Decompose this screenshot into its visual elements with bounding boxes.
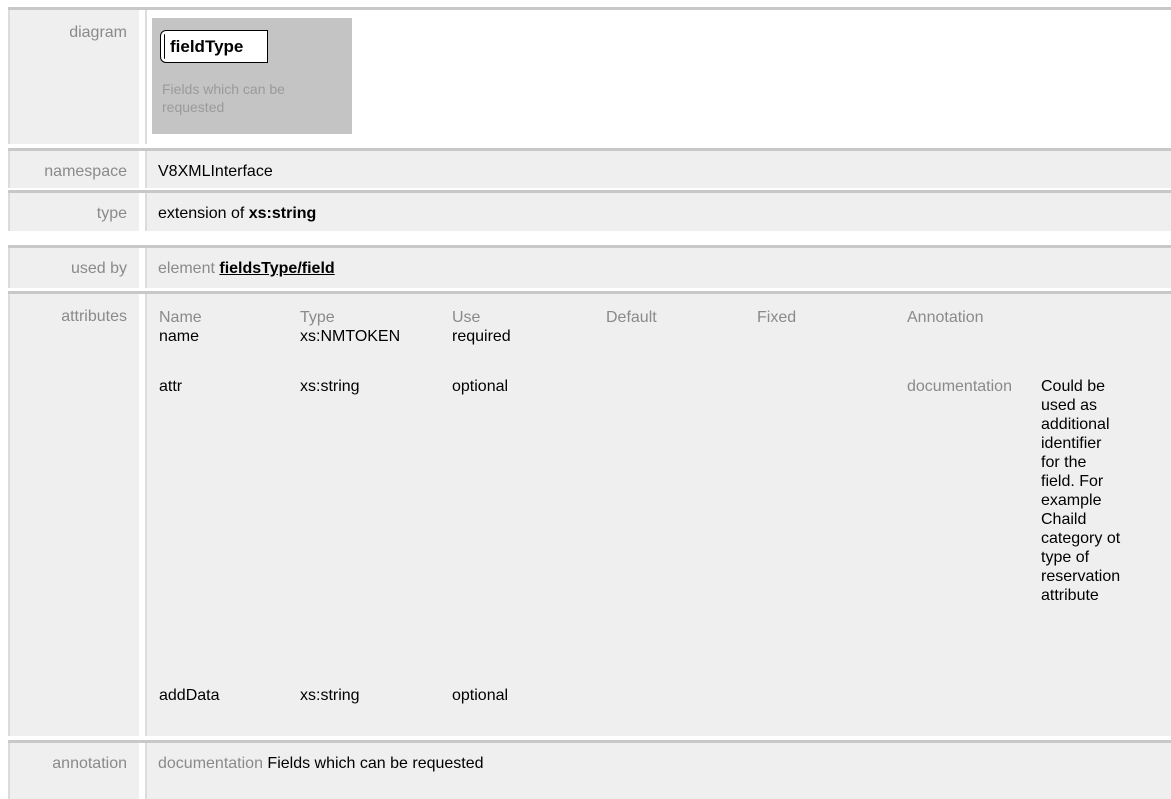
row-label: annotation bbox=[8, 743, 139, 799]
annotation-text: Fields which can be requested bbox=[267, 755, 484, 772]
annotation-row: annotation documentation Fields which ca… bbox=[8, 740, 1171, 799]
diagram-caption: Fields which can be requested bbox=[162, 81, 285, 115]
namespace-row: namespace V8XMLInterface bbox=[8, 148, 1171, 188]
used-by-row: used by element fieldsType/field bbox=[8, 245, 1171, 288]
attr-use: required bbox=[452, 328, 511, 345]
attr-use: optional bbox=[452, 687, 509, 704]
diagram-image: fieldType Fields which can be requested bbox=[152, 18, 352, 134]
row-value: documentation Fields which can be reques… bbox=[145, 743, 1171, 799]
attr-use: optional bbox=[452, 378, 509, 395]
attr-name: addData bbox=[159, 687, 220, 704]
attr-annotation-text: Could be used as additional identifier f… bbox=[1041, 378, 1121, 604]
row-value: extension of xs:string bbox=[145, 193, 1171, 231]
attr-type: xs:NMTOKEN bbox=[300, 328, 401, 345]
header-use: Use bbox=[452, 309, 481, 326]
row-label: diagram bbox=[8, 10, 139, 144]
attr-type: xs:string bbox=[300, 687, 360, 704]
header-fixed: Fixed bbox=[757, 309, 797, 326]
attributes-table: Name Type Use Default Fixed Annotation n… bbox=[145, 294, 1171, 736]
attr-name: attr bbox=[159, 378, 183, 395]
type-base: xs:string bbox=[248, 205, 317, 222]
header-default: Default bbox=[606, 309, 657, 326]
row-value: V8XMLInterface bbox=[145, 151, 1171, 188]
annotation-doc-label: documentation bbox=[158, 755, 263, 772]
row-value: fieldType Fields which can be requested bbox=[145, 10, 1171, 144]
type-prefix: extension of bbox=[158, 205, 245, 222]
row-label: attributes bbox=[8, 294, 139, 736]
attr-name: name bbox=[159, 328, 200, 345]
used-by-prefix: element bbox=[158, 260, 215, 277]
diagram-type-box[interactable]: fieldType bbox=[160, 30, 268, 63]
attr-annotation-label: documentation bbox=[907, 378, 1012, 395]
diagram-row: diagram fieldType Fields which can be re… bbox=[8, 7, 1171, 144]
namespace-value: V8XMLInterface bbox=[158, 163, 273, 180]
row-value: element fieldsType/field bbox=[145, 248, 1171, 288]
attr-type: xs:string bbox=[300, 378, 360, 395]
type-row: type extension of xs:string bbox=[8, 190, 1171, 231]
row-label: used by bbox=[8, 248, 139, 288]
schema-doc-page: diagram fieldType Fields which can be re… bbox=[0, 0, 1171, 799]
row-label: type bbox=[8, 193, 139, 231]
used-by-link[interactable]: fieldsType/field bbox=[219, 260, 334, 277]
attributes-row: attributes Name Type Use Default Fixed A… bbox=[8, 291, 1171, 736]
row-label: namespace bbox=[8, 151, 139, 188]
header-name: Name bbox=[159, 309, 202, 326]
header-annotation: Annotation bbox=[907, 309, 984, 326]
header-type: Type bbox=[300, 309, 335, 326]
